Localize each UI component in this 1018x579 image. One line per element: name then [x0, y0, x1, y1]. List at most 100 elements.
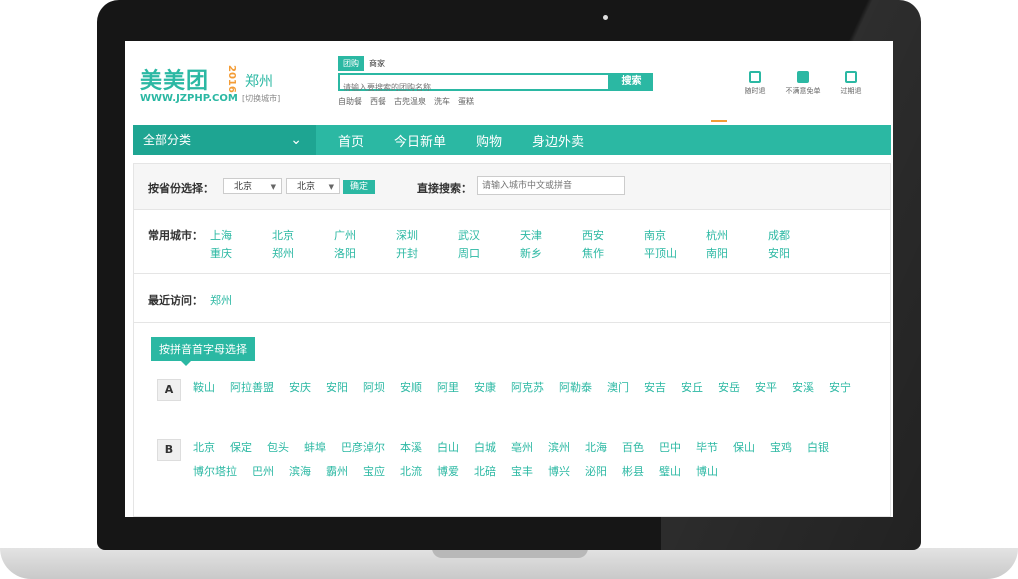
city-search-input[interactable] — [477, 176, 625, 195]
city-link[interactable]: 安阳 — [768, 245, 830, 261]
city-link[interactable]: 蚌埠 — [304, 439, 326, 457]
city-link[interactable]: 北京 — [193, 439, 215, 457]
city-link[interactable]: 安丘 — [681, 379, 703, 401]
city-link[interactable]: 安顺 — [400, 379, 422, 401]
city-link[interactable]: 北海 — [585, 439, 607, 457]
city-link[interactable]: 百色 — [622, 439, 644, 457]
city-link[interactable]: 璧山 — [659, 463, 681, 481]
city-link[interactable]: 安溪 — [792, 379, 814, 401]
city-link[interactable]: 上海 — [210, 227, 272, 243]
hot-word[interactable]: 西餐 — [370, 96, 386, 107]
city-link[interactable]: 保定 — [230, 439, 252, 457]
city-link[interactable]: 阿坝 — [363, 379, 385, 401]
city-link[interactable]: 博尔塔拉 — [193, 463, 237, 481]
city-link[interactable]: 武汉 — [458, 227, 520, 243]
city-link[interactable]: 本溪 — [400, 439, 422, 457]
city-link[interactable]: 阿里 — [437, 379, 459, 401]
city-link[interactable]: 保山 — [733, 439, 755, 457]
city-link[interactable]: 安阳 — [326, 379, 348, 401]
city-link[interactable]: 深圳 — [396, 227, 458, 243]
city-link[interactable]: 安庆 — [289, 379, 311, 401]
city-link[interactable]: 西安 — [582, 227, 644, 243]
city-link[interactable]: 洛阳 — [334, 245, 396, 261]
province-select[interactable]: 北京 ▼ — [223, 178, 282, 194]
search-input[interactable] — [340, 80, 606, 95]
city-link[interactable]: 阿拉善盟 — [230, 379, 274, 401]
city-link[interactable]: 博山 — [696, 463, 718, 481]
city-link[interactable]: 巴彦淖尔 — [341, 439, 385, 457]
city-link[interactable]: 宝鸡 — [770, 439, 792, 457]
city-link[interactable]: 焦作 — [582, 245, 644, 261]
tab-groupbuy[interactable]: 团购 — [338, 56, 364, 71]
service-satisfaction[interactable]: 不满意免单 — [779, 71, 827, 96]
city-link[interactable]: 亳州 — [511, 439, 533, 457]
city-link[interactable]: 博兴 — [548, 463, 570, 481]
city-link[interactable]: 北碚 — [474, 463, 496, 481]
hot-word[interactable]: 洗车 — [434, 96, 450, 107]
city-link[interactable]: 巴州 — [252, 463, 274, 481]
city-link[interactable]: 宝丰 — [511, 463, 533, 481]
city-link[interactable]: 滨州 — [548, 439, 570, 457]
city-link[interactable]: 北流 — [400, 463, 422, 481]
city-link[interactable]: 霸州 — [326, 463, 348, 481]
city-link[interactable]: 鞍山 — [193, 379, 215, 401]
city-link[interactable]: 毕节 — [696, 439, 718, 457]
switch-city-link[interactable]: [切换城市] — [242, 93, 280, 104]
city-link[interactable]: 安岳 — [718, 379, 740, 401]
city-link[interactable]: 安平 — [755, 379, 777, 401]
city-link[interactable]: 南阳 — [706, 245, 768, 261]
search-button[interactable]: 搜索 — [610, 73, 653, 91]
city-link[interactable]: 宝应 — [363, 463, 385, 481]
city-link[interactable]: 滨海 — [289, 463, 311, 481]
city-link[interactable]: 巴中 — [659, 439, 681, 457]
city-link[interactable]: 平顶山 — [644, 245, 706, 261]
city-link[interactable]: 南京 — [644, 227, 706, 243]
city-link[interactable]: 安吉 — [644, 379, 666, 401]
site-logo[interactable]: 美美团 2016 WWW.JZPHP.COM — [140, 63, 238, 104]
search-box — [338, 73, 610, 95]
city-link[interactable]: 彬县 — [622, 463, 644, 481]
city-link[interactable]: 泌阳 — [585, 463, 607, 481]
nav-takeout[interactable]: 身边外卖 — [532, 131, 584, 150]
city-link[interactable]: 阿克苏 — [511, 379, 544, 401]
tab-merchant[interactable]: 商家 — [364, 56, 390, 71]
camera-dot — [603, 15, 608, 20]
city-link[interactable]: 天津 — [520, 227, 582, 243]
current-city: 郑州 — [245, 74, 273, 90]
caret-down-icon: ▼ — [270, 183, 276, 191]
city-link[interactable]: 包头 — [267, 439, 289, 457]
city-link[interactable]: 白银 — [807, 439, 829, 457]
all-categories-dropdown[interactable]: 全部分类 ⌄ — [133, 125, 316, 155]
city-link[interactable]: 白城 — [474, 439, 496, 457]
check-icon — [797, 71, 809, 83]
city-link[interactable]: 阿勒泰 — [559, 379, 592, 401]
nav-today-new[interactable]: 今日新单 — [394, 131, 446, 150]
city-link[interactable]: 北京 — [272, 227, 334, 243]
nav-shopping[interactable]: 购物 — [476, 131, 502, 150]
city-link[interactable]: 重庆 — [210, 245, 272, 261]
city-link[interactable]: 安康 — [474, 379, 496, 401]
service-expired-refund[interactable]: 过期退 — [827, 71, 875, 96]
city-select[interactable]: 北京 ▼ — [286, 178, 340, 194]
hot-word[interactable]: 古兜温泉 — [394, 96, 426, 107]
recent-city-link[interactable]: 郑州 — [210, 292, 232, 308]
city-link[interactable]: 博爱 — [437, 463, 459, 481]
city-link[interactable]: 成都 — [768, 227, 830, 243]
hot-word[interactable]: 蛋糕 — [458, 96, 474, 107]
city-link[interactable]: 安宁 — [829, 379, 851, 401]
city-link[interactable]: 开封 — [396, 245, 458, 261]
service-refund-anytime[interactable]: 随时退 — [731, 71, 779, 96]
nav-home[interactable]: 首页 — [338, 131, 364, 150]
city-link[interactable]: 杭州 — [706, 227, 768, 243]
city-value: 北京 — [297, 182, 316, 192]
recent-visit-row: 最近访问： 郑州 — [134, 274, 890, 323]
city-link[interactable]: 澳门 — [607, 379, 629, 401]
city-link[interactable]: 广州 — [334, 227, 396, 243]
main-nav: 全部分类 ⌄ 首页 今日新单 购物 身边外卖 — [133, 125, 891, 155]
hot-word[interactable]: 自助餐 — [338, 96, 362, 107]
confirm-button[interactable]: 确定 — [343, 180, 375, 194]
city-link[interactable]: 白山 — [437, 439, 459, 457]
city-link[interactable]: 周口 — [458, 245, 520, 261]
city-link[interactable]: 新乡 — [520, 245, 582, 261]
city-link[interactable]: 郑州 — [272, 245, 334, 261]
